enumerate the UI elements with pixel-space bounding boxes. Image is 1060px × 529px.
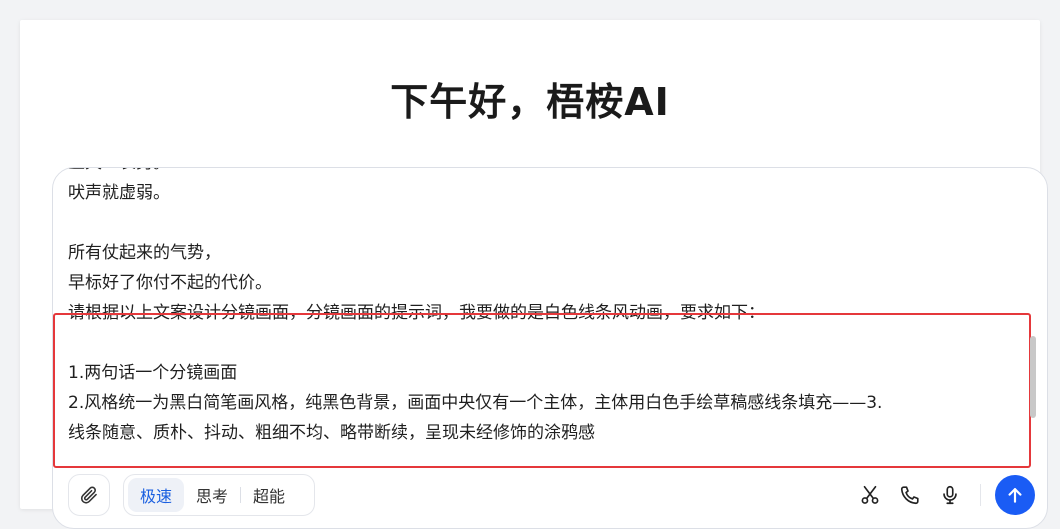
textarea-scrollbar[interactable] <box>1030 336 1036 418</box>
message-line: 请根据以上文案设计分镜画面，分镜画面的提示词，我要做的是白色线条风动画，要求如下… <box>68 303 765 323</box>
message-line <box>68 208 1030 238</box>
message-line: 2.风格统一为黑白简笔画风格，纯黑色背景，画面中央仅有一个主体，主体用白色手绘草… <box>68 393 883 413</box>
attach-button[interactable] <box>68 474 110 516</box>
paperclip-icon <box>79 485 99 505</box>
toolbar-divider <box>980 484 981 506</box>
mode-think-button[interactable]: 思考 <box>184 478 240 512</box>
mode-selector: 极速 思考 超能 <box>123 474 315 516</box>
message-line: 线条随意、质朴、抖动、粗细不均、略带断续，呈现未经修饰的涂鸦感 <box>68 423 595 443</box>
message-textarea[interactable]: 上天一表另。 吠声就虚弱。 所有仗起来的气势， 早标好了你付不起的代价。 请根据… <box>53 168 1047 472</box>
right-tools <box>850 474 1035 516</box>
call-button[interactable] <box>890 475 930 515</box>
message-line: 所有仗起来的气势， <box>68 243 221 263</box>
mode-super-button[interactable]: 超能 <box>241 478 297 512</box>
message-line <box>68 328 1030 358</box>
scissors-icon <box>859 484 881 506</box>
message-text: 上天一表另。 吠声就虚弱。 所有仗起来的气势， 早标好了你付不起的代价。 请根据… <box>68 168 1030 448</box>
greeting-title: 下午好，梧桉AI <box>390 80 670 124</box>
scissors-button[interactable] <box>850 475 890 515</box>
message-line: 早标好了你付不起的代价。 <box>68 273 272 293</box>
arrow-up-icon <box>1005 485 1025 505</box>
microphone-icon <box>939 484 961 506</box>
mode-fast-button[interactable]: 极速 <box>128 478 185 512</box>
chat-composer[interactable]: 上天一表另。 吠声就虚弱。 所有仗起来的气势， 早标好了你付不起的代价。 请根据… <box>52 167 1048 529</box>
phone-icon <box>899 484 921 506</box>
voice-button[interactable] <box>930 475 970 515</box>
send-button[interactable] <box>995 475 1035 515</box>
composer-toolbar: 极速 思考 超能 <box>53 472 1047 528</box>
message-line: 吠声就虚弱。 <box>68 183 170 203</box>
message-line: 1.两句话一个分镜画面 <box>68 363 238 383</box>
main-card: 下午好，梧桉AI 上天一表另。 吠声就虚弱。 所有仗起来的气势， 早标好了你付不… <box>20 20 1048 529</box>
message-line: 上天一表另。 <box>68 168 1030 178</box>
